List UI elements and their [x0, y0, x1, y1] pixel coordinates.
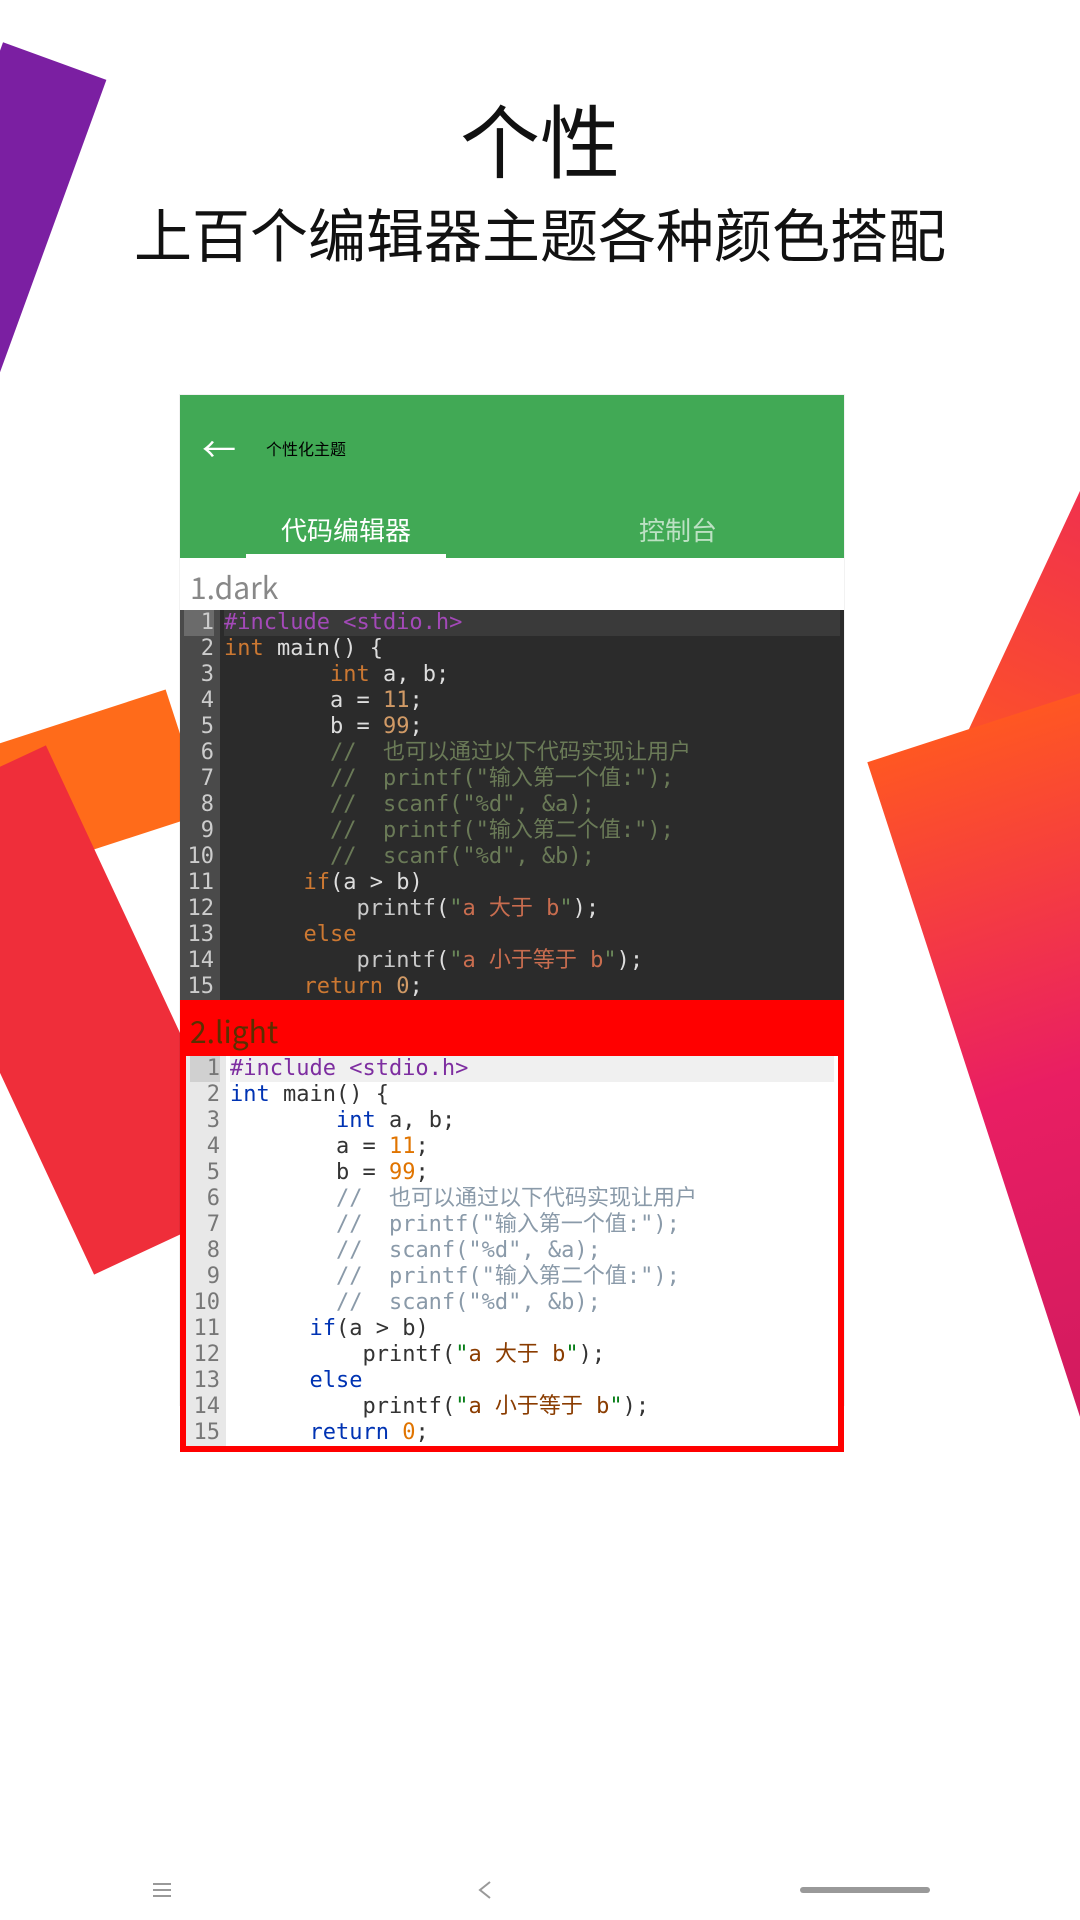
appbar: ← 个性化主题	[180, 395, 844, 500]
code-dark: #include <stdio.h>int main() { int a, b;…	[220, 610, 844, 1000]
phone-frame: ← 个性化主题 代码编辑器 控制台 1.dark 123456789101112…	[180, 395, 844, 1405]
theme-preview-dark[interactable]: 1.dark 123456789101112131415 #include <s…	[180, 558, 844, 1000]
theme-preview-light[interactable]: 2.light 123456789101112131415 #include <…	[180, 1000, 844, 1452]
tab-code-editor[interactable]: 代码编辑器	[180, 500, 512, 558]
nav-home-icon[interactable]	[800, 1887, 930, 1893]
back-icon[interactable]: ←	[202, 423, 236, 472]
nav-back-icon[interactable]	[475, 1878, 499, 1902]
promo-title: 个性	[0, 80, 1080, 196]
gutter-dark: 123456789101112131415	[180, 610, 220, 1000]
gutter-light: 123456789101112131415	[186, 1056, 226, 1446]
promo-subtitle: 上百个编辑器主题各种颜色搭配	[0, 190, 1080, 274]
android-navbar	[0, 1860, 1080, 1920]
decor-stripe-gradient	[867, 682, 1080, 1618]
theme-label-light: 2.light	[180, 1000, 844, 1056]
nav-menu-icon[interactable]	[150, 1878, 174, 1902]
code-light: #include <stdio.h>int main() { int a, b;…	[226, 1056, 838, 1446]
theme-label-dark: 1.dark	[180, 558, 844, 610]
appbar-title: 个性化主题	[266, 436, 346, 460]
tab-console[interactable]: 控制台	[512, 500, 844, 558]
tabs: 代码编辑器 控制台	[180, 500, 844, 558]
